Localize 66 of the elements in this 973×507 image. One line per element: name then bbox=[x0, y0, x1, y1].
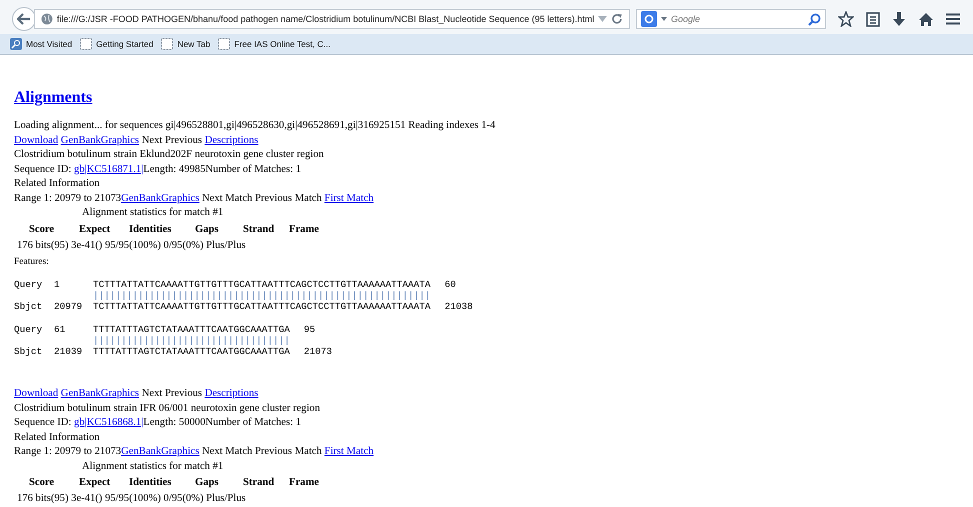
row-label: Query bbox=[14, 279, 44, 290]
range-line: Range 1: 20979 to 21073GenBankGraphics Next Match Previous Match First Match bbox=[14, 192, 375, 206]
position-number: 1 bbox=[54, 279, 61, 290]
position-number: 20979 bbox=[54, 301, 84, 312]
related-information-text: Related Information bbox=[14, 177, 101, 191]
sequence-id-line: Sequence ID: gb|KC516868.1|Length: 50000Number of Matches: 1 bbox=[14, 416, 302, 430]
column-header: Expect bbox=[79, 222, 112, 236]
nav-line: Download GenBankGraphics Next Previous Descriptions bbox=[14, 387, 260, 401]
stats-values: 176 bits(95) 3e-41() 95/95(100%) 0/95(0%) Plus/Plus bbox=[16, 238, 247, 252]
link[interactable]: Descriptions bbox=[204, 388, 258, 399]
link[interactable]: GenBankGraphics bbox=[60, 134, 140, 146]
column-header: Frame bbox=[289, 222, 319, 236]
position-number: 21073 bbox=[304, 346, 332, 357]
column-header: Score bbox=[29, 476, 56, 490]
link[interactable]: Descriptions bbox=[204, 134, 258, 146]
link[interactable]: Download bbox=[14, 134, 58, 146]
position-number: 95 bbox=[304, 324, 316, 335]
column-header: Strand bbox=[243, 222, 276, 236]
sequence-description: Clostridium botulinum strain Eklund202F neurotoxin gene cluster region bbox=[14, 148, 325, 162]
related-information-text: Related Information bbox=[14, 430, 101, 444]
link[interactable]: gb|KC516868.1| bbox=[74, 417, 144, 428]
bookmark-item[interactable]: Most Visited bbox=[10, 38, 72, 50]
match-bars: |||||||||||||||||||||||||||||||||||||||||||||||||||||||||||| bbox=[93, 290, 431, 301]
column-header: Expect bbox=[79, 476, 112, 490]
query-sequence: TCTTTATTATTCAAAATTGTTGTTTGCATTAATTTCAGCTCCTTGTTAAAAAATTAAATA bbox=[93, 279, 431, 290]
subject-sequence: TCTTTATTATTCAAAATTGTTGTTTGCATTAATTTCAGCTCCTTGTTAAAAAATTAAATA bbox=[93, 301, 431, 312]
stats-caption: Alignment statistics for match #1 bbox=[81, 460, 224, 474]
range-line: Range 1: 20979 to 21073GenBankGraphics Next Match Previous Match First Match bbox=[14, 445, 375, 459]
sequence-description: Clostridium botulinum strain IFR 06/001 neurotoxin gene cluster region bbox=[14, 402, 322, 416]
column-header: Gaps bbox=[195, 222, 220, 236]
nav-line: Download GenBankGraphics Next Previous Descriptions bbox=[14, 134, 260, 148]
link[interactable]: GenBankGraphics bbox=[121, 192, 200, 204]
stats-caption: Alignment statistics for match #1 bbox=[81, 206, 224, 220]
match-bars: ||||||||||||||||||||||||||||||||||| bbox=[93, 335, 290, 346]
link[interactable]: First Match bbox=[324, 192, 374, 204]
alignments-heading-link[interactable]: Alignments bbox=[14, 87, 92, 109]
row-label: Sbjct bbox=[14, 301, 44, 312]
url-text: file:///G:/JSR -FOOD PATHOGEN/bhanu/food pathogen name/Clostridium botulinum/NCBI Blast_Nucleotide Sequence (95 letters).html bbox=[56, 14, 594, 24]
position-number: 21038 bbox=[444, 301, 473, 312]
bookmark-item[interactable]: Free IAS Online Test, C... bbox=[218, 38, 330, 50]
position-number: 60 bbox=[444, 279, 456, 290]
row-label: Query bbox=[14, 324, 44, 335]
address-bar[interactable]: file:///G:/JSR -FOOD PATHOGEN/bhanu/food pathogen name/Clostridium botulinum/NCBI Blast_Nucleotide Sequence (95 letters).html bbox=[34, 9, 630, 29]
position-number: 21039 bbox=[54, 346, 84, 357]
features-label: Features: bbox=[14, 256, 50, 268]
column-header: Frame bbox=[289, 476, 319, 490]
position-number: 61 bbox=[54, 324, 66, 335]
column-header: Identities bbox=[129, 476, 172, 490]
subject-sequence: TTTTATTTAGTCTATAAATTTCAATGGCAAATTGA bbox=[93, 346, 290, 357]
column-header: Identities bbox=[129, 222, 172, 236]
column-header: Strand bbox=[243, 476, 276, 490]
sequence-id-line: Sequence ID: gb|KC516871.1|Length: 49985Number of Matches: 1 bbox=[14, 162, 302, 176]
link[interactable]: Download bbox=[14, 388, 58, 399]
column-header: Score bbox=[29, 222, 56, 236]
link[interactable]: GenBankGraphics bbox=[121, 446, 200, 457]
link[interactable]: GenBankGraphics bbox=[60, 388, 140, 399]
bookmark-item[interactable]: New Tab bbox=[161, 38, 210, 50]
search-box[interactable]: Google bbox=[636, 9, 826, 29]
row-label: Sbjct bbox=[14, 346, 44, 357]
query-sequence: TTTTATTTAGTCTATAAATTTCAATGGCAAATTGA bbox=[93, 324, 290, 335]
link[interactable]: gb|KC516871.1| bbox=[74, 164, 144, 174]
loading-text: Loading alignment... for sequences gi|496528801,gi|496528630,gi|496528691,gi|316925151 Reading indexes 1-4 bbox=[14, 119, 496, 133]
stats-values: 176 bits(95) 3e-41() 95/95(100%) 0/95(0%) Plus/Plus bbox=[16, 492, 247, 506]
bookmark-item[interactable]: Getting Started bbox=[80, 38, 154, 50]
link[interactable]: First Match bbox=[324, 446, 374, 457]
column-header: Gaps bbox=[195, 476, 220, 490]
